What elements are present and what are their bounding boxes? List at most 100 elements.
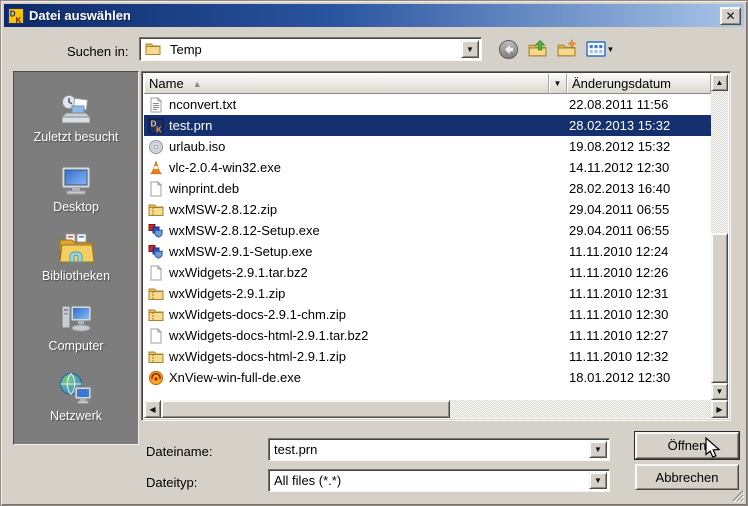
file-row[interactable]: vlc-2.0.4-win32.exe 14.11.2012 12:30 xyxy=(144,157,711,178)
file-date: 22.08.2011 11:56 xyxy=(564,97,711,112)
open-button[interactable]: Öffnen xyxy=(635,432,739,459)
file-date: 11.11.2010 12:24 xyxy=(564,244,711,259)
back-button[interactable] xyxy=(497,38,519,60)
window-title: Datei auswählen xyxy=(29,8,131,23)
file-name: wxWidgets-docs-html-2.9.1.zip xyxy=(169,349,346,364)
file-name-cell: winprint.deb xyxy=(144,181,564,197)
column-header-name[interactable]: Name ▲ xyxy=(144,74,549,94)
column-header-date[interactable]: Änderungsdatum xyxy=(567,74,711,94)
file-row[interactable]: wxMSW-2.9.1-Setup.exe 11.11.2010 12:24 xyxy=(144,241,711,262)
vertical-scroll-thumb[interactable] xyxy=(711,233,728,383)
file-row[interactable]: nconvert.txt22.08.2011 11:56 xyxy=(144,94,711,115)
file-open-dialog: DK Datei auswählen ✕ Suchen in: Temp ▼ ▼ xyxy=(0,0,748,506)
file-row[interactable]: winprint.deb28.02.2013 16:40 xyxy=(144,178,711,199)
column-header-dropdown-button[interactable]: ▼ xyxy=(549,74,567,94)
file-row[interactable]: wxMSW-2.8.12-Setup.exe29.04.2011 06:55 xyxy=(144,220,711,241)
file-date: 11.11.2010 12:30 xyxy=(564,307,711,322)
scroll-up-button[interactable]: ▲ xyxy=(711,74,728,91)
file-row[interactable]: XnView-win-full-de.exe18.01.2012 12:30 xyxy=(144,367,711,388)
file-name-cell: wxWidgets-docs-2.9.1-chm.zip xyxy=(144,307,564,323)
file-name: wxWidgets-docs-html-2.9.1.tar.bz2 xyxy=(169,328,368,343)
filename-combobox[interactable]: test.prn ▼ xyxy=(268,438,610,461)
file-name: winprint.deb xyxy=(169,181,239,196)
file-date: 19.08.2012 15:32 xyxy=(564,139,711,154)
column-header-date-label: Änderungsdatum xyxy=(572,76,671,91)
zip-icon xyxy=(148,202,164,218)
file-name: urlaub.iso xyxy=(169,139,225,154)
file-rows: nconvert.txt22.08.2011 11:56DKtest.prn28… xyxy=(144,94,711,400)
vertical-scroll-track[interactable] xyxy=(711,91,728,383)
file-date: 11.11.2010 12:32 xyxy=(564,349,711,364)
sidebar-item-desktop[interactable]: Desktop xyxy=(14,163,138,214)
dk-app-icon: DK xyxy=(8,8,24,24)
setup-icon xyxy=(148,244,164,260)
file-row[interactable]: wxWidgets-docs-html-2.9.1.tar.bz2 11.11.2… xyxy=(144,325,711,346)
blank-file-icon xyxy=(148,265,164,281)
file-date: 18.01.2012 12:30 xyxy=(564,370,711,385)
scroll-down-button[interactable]: ▼ xyxy=(711,383,728,400)
vlc-icon xyxy=(148,160,164,176)
zip-icon xyxy=(148,307,164,323)
file-name-cell: wxWidgets-2.9.1.tar.bz2 xyxy=(144,265,564,281)
desktop-icon xyxy=(58,163,94,197)
view-menu-button[interactable]: ▼ xyxy=(584,38,616,60)
horizontal-scroll-track[interactable] xyxy=(161,400,711,418)
xnview-icon xyxy=(148,370,164,386)
filetype-label: Dateityp: xyxy=(146,475,197,490)
file-list-content: Name ▲ ▼ Änderungsdatum nconvert.txt22.0… xyxy=(144,74,711,400)
column-header-name-label: Name xyxy=(149,76,184,91)
sidebar-item-computer[interactable]: Computer xyxy=(14,302,138,353)
file-row[interactable]: urlaub.iso 19.08.2012 15:32 xyxy=(144,136,711,157)
folder-icon xyxy=(145,41,161,57)
file-name-cell: urlaub.iso xyxy=(144,139,564,155)
file-row[interactable]: wxMSW-2.8.12.zip 29.04.2011 06:55 xyxy=(144,199,711,220)
sidebar-item-libraries[interactable]: Bibliotheken xyxy=(14,232,138,283)
filename-dropdown-button[interactable]: ▼ xyxy=(589,441,607,458)
filetype-dropdown-button[interactable]: ▼ xyxy=(589,472,607,489)
file-date: 11.11.2010 12:27 xyxy=(564,328,711,343)
sidebar-item-network[interactable]: Netzwerk xyxy=(14,372,138,423)
look-in-label: Suchen in: xyxy=(67,44,128,59)
up-one-level-button[interactable] xyxy=(526,38,548,60)
filename-label: Dateiname: xyxy=(146,444,212,459)
title-bar[interactable]: DK Datei auswählen ✕ xyxy=(4,4,744,27)
file-row[interactable]: wxWidgets-docs-html-2.9.1.zip 11.11.2010 … xyxy=(144,346,711,367)
file-name: vlc-2.0.4-win32.exe xyxy=(169,160,281,175)
file-date: 14.11.2012 12:30 xyxy=(564,160,711,175)
close-button[interactable]: ✕ xyxy=(720,7,741,25)
zip-icon xyxy=(148,349,164,365)
file-row[interactable]: DKtest.prn28.02.2013 15:32 xyxy=(144,115,711,136)
file-name-cell: nconvert.txt xyxy=(144,97,564,113)
horizontal-scrollbar[interactable]: ◀ ▶ xyxy=(144,400,728,418)
file-row[interactable]: wxWidgets-2.9.1.zip11.11.2010 12:31 xyxy=(144,283,711,304)
file-name: wxWidgets-2.9.1.tar.bz2 xyxy=(169,265,308,280)
cancel-button[interactable]: Abbrechen xyxy=(635,464,739,490)
look-in-dropdown-button[interactable]: ▼ xyxy=(461,40,479,58)
filetype-combobox[interactable]: All files (*.*) ▼ xyxy=(268,469,610,492)
file-date: 29.04.2011 06:55 xyxy=(564,202,711,217)
sidebar-item-recent-places[interactable]: Zuletzt besucht xyxy=(14,93,138,144)
sidebar-item-label: Desktop xyxy=(53,200,99,214)
new-folder-button[interactable] xyxy=(555,38,577,60)
view-menu-icon xyxy=(586,41,606,57)
file-name-cell: wxWidgets-docs-html-2.9.1.zip xyxy=(144,349,564,365)
vertical-scrollbar[interactable]: ▲ ▼ xyxy=(711,74,728,400)
scroll-left-button[interactable]: ◀ xyxy=(144,400,161,418)
file-name-cell: wxMSW-2.9.1-Setup.exe xyxy=(144,244,564,260)
horizontal-scroll-thumb[interactable] xyxy=(161,400,450,418)
file-date: 28.02.2013 15:32 xyxy=(564,118,711,133)
file-name-cell: XnView-win-full-de.exe xyxy=(144,370,564,386)
file-name: wxMSW-2.9.1-Setup.exe xyxy=(169,244,313,259)
dk-file-icon: DK xyxy=(148,118,164,134)
computer-icon xyxy=(58,302,94,336)
back-icon xyxy=(498,39,519,60)
file-name-cell: wxWidgets-2.9.1.zip xyxy=(144,286,564,302)
up-folder-icon xyxy=(527,39,548,60)
look-in-combobox[interactable]: Temp ▼ xyxy=(139,37,482,61)
look-in-field: Temp xyxy=(140,38,481,60)
resize-grip[interactable] xyxy=(731,489,744,502)
file-row[interactable]: wxWidgets-docs-2.9.1-chm.zip11.11.2010 1… xyxy=(144,304,711,325)
file-row[interactable]: wxWidgets-2.9.1.tar.bz211.11.2010 12:26 xyxy=(144,262,711,283)
scroll-right-button[interactable]: ▶ xyxy=(711,400,728,418)
file-name: wxMSW-2.8.12.zip xyxy=(169,202,277,217)
